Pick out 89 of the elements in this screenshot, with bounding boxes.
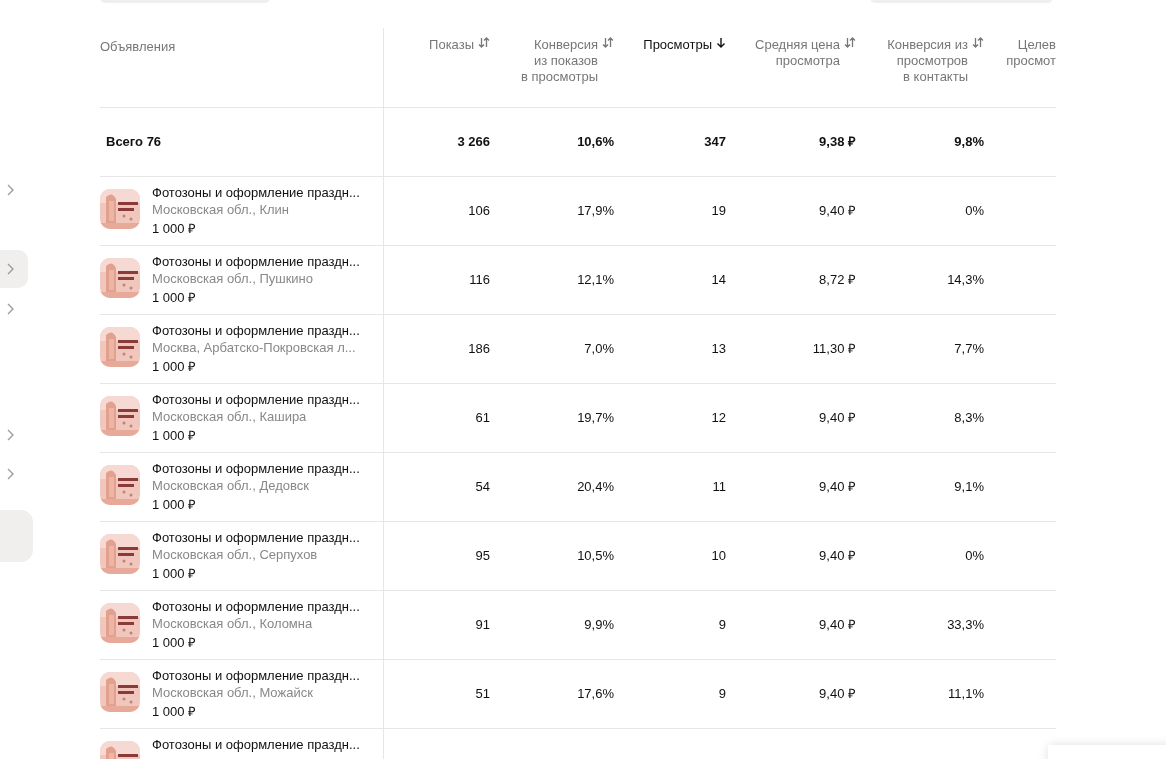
ad-location: Московская обл., Кашира bbox=[152, 408, 308, 425]
total-cell: 9,38 ₽ bbox=[819, 134, 856, 150]
ad-price: 1 000 ₽ bbox=[152, 220, 198, 237]
table-cell: 11,30 ₽ bbox=[812, 341, 856, 357]
table-cell: 10,5% bbox=[577, 548, 614, 564]
sort-down-icon bbox=[716, 37, 726, 48]
sort-icon bbox=[972, 37, 984, 48]
table-cell: 91 bbox=[475, 617, 490, 633]
chevron-right-icon bbox=[7, 263, 14, 275]
table-cell: 10 bbox=[711, 548, 726, 564]
table-cell: 33,3% bbox=[947, 617, 984, 633]
table-cell: 20,4% bbox=[577, 479, 614, 495]
ad-location: Московская обл., Коломна bbox=[152, 615, 314, 632]
table-cell: 12,1% bbox=[577, 272, 614, 288]
ad-location: Московская обл., Можайск bbox=[152, 684, 314, 701]
table-cell: 17,9% bbox=[577, 203, 614, 219]
ad-title[interactable]: Фотозоны и оформление праздн... bbox=[152, 391, 360, 408]
table-cell: 9,40 ₽ bbox=[819, 410, 856, 426]
table-cell: 0% bbox=[965, 548, 984, 564]
table-cell: 14,3% bbox=[947, 272, 984, 288]
sort-icon bbox=[602, 37, 614, 48]
column-header[interactable]: Целев просмот bbox=[1006, 37, 1056, 69]
table-cell: 9,9% bbox=[584, 617, 614, 633]
column-header[interactable]: Конверсия из просмотров в контакты bbox=[887, 37, 984, 85]
ad-price: 1 000 ₽ bbox=[152, 358, 198, 375]
table-cell: 0% bbox=[965, 203, 984, 219]
ad-title[interactable]: Фотозоны и оформление праздн... bbox=[152, 460, 360, 477]
table-cell: 106 bbox=[468, 203, 490, 219]
table-cell: 95 bbox=[475, 548, 490, 564]
table-cell: 9,40 ₽ bbox=[819, 548, 856, 564]
ad-price: 1 000 ₽ bbox=[152, 634, 198, 651]
ad-location: Московская обл., Пушкино bbox=[152, 270, 315, 287]
table-cell: 7,7% bbox=[954, 341, 984, 357]
sort-icon bbox=[844, 37, 856, 48]
total-cell: 347 bbox=[704, 134, 726, 150]
table-cell: 11,1% bbox=[948, 686, 984, 702]
table-cell: 9,40 ₽ bbox=[819, 479, 856, 495]
table-cell: 9 bbox=[718, 686, 726, 702]
table-cell: 116 bbox=[469, 272, 490, 288]
chevron-right-icon bbox=[7, 303, 14, 315]
column-header[interactable]: Конверсия из показов в просмотры bbox=[521, 37, 614, 85]
chevron-right-icon bbox=[7, 184, 14, 196]
ad-title[interactable]: Фотозоны и оформление праздн... bbox=[152, 598, 360, 615]
column-header[interactable]: Показы bbox=[429, 37, 490, 53]
table-cell: 19 bbox=[711, 203, 726, 219]
ad-price: 1 000 ₽ bbox=[152, 496, 198, 513]
ad-location: Московская обл., Клин bbox=[152, 201, 290, 218]
ad-location: Московская обл., Серпухов bbox=[152, 546, 319, 563]
column-header[interactable]: Просмотры bbox=[643, 37, 726, 53]
table-cell: 9 bbox=[718, 617, 726, 633]
ad-title[interactable]: Фотозоны и оформление праздн... bbox=[152, 322, 360, 339]
table-cell: 7,0% bbox=[584, 341, 614, 357]
ad-price: 1 000 ₽ bbox=[152, 289, 198, 306]
table-cell: 11 bbox=[712, 479, 726, 495]
ad-location: Москва, Арбатско-Покровская л... bbox=[152, 339, 357, 356]
ad-location: Московская обл., Дедовск bbox=[152, 477, 310, 494]
ad-title[interactable]: Фотозоны и оформление праздн... bbox=[152, 667, 360, 684]
table-cell: 8,3% bbox=[954, 410, 984, 426]
total-cell: 10,6% bbox=[577, 134, 614, 150]
table-cell: 9,40 ₽ bbox=[819, 617, 856, 633]
ad-title[interactable]: Фотозоны и оформление праздн... bbox=[152, 736, 360, 753]
table-cell: 61 bbox=[475, 410, 490, 426]
table-cell: 9,1% bbox=[954, 479, 984, 495]
table-cell: 19,7% bbox=[577, 410, 614, 426]
table-cell: 186 bbox=[468, 341, 490, 357]
total-cell: 3 266 bbox=[457, 134, 490, 150]
table-cell: 9,40 ₽ bbox=[819, 203, 856, 219]
ad-price: 1 000 ₽ bbox=[152, 703, 198, 720]
column-header[interactable]: Средняя цена просмотра bbox=[755, 37, 856, 69]
chevron-right-icon bbox=[7, 429, 14, 441]
column-header: Объявления bbox=[100, 39, 176, 54]
table-cell: 12 bbox=[711, 410, 726, 426]
table-cell: 13 bbox=[711, 341, 726, 357]
table-cell: 9,40 ₽ bbox=[819, 686, 856, 702]
ad-title[interactable]: Фотозоны и оформление праздн... bbox=[152, 529, 360, 546]
chevron-right-icon bbox=[7, 468, 14, 480]
expand-button[interactable] bbox=[0, 250, 28, 288]
ad-price: 1 000 ₽ bbox=[152, 427, 198, 444]
table-cell: 14 bbox=[711, 272, 726, 288]
ad-title[interactable]: Фотозоны и оформление праздн... bbox=[152, 184, 360, 201]
total-label: Всего 76 bbox=[106, 133, 162, 152]
table-cell: 54 bbox=[475, 479, 490, 495]
table-cell: 17,6% bbox=[577, 686, 614, 702]
ad-title[interactable]: Фотозоны и оформление праздн... bbox=[152, 253, 360, 270]
table-cell: 8,72 ₽ bbox=[819, 272, 856, 288]
table-cell: 51 bbox=[475, 686, 490, 702]
total-cell: 9,8% bbox=[954, 134, 984, 150]
ad-price: 1 000 ₽ bbox=[152, 565, 198, 582]
sort-icon bbox=[478, 37, 490, 48]
